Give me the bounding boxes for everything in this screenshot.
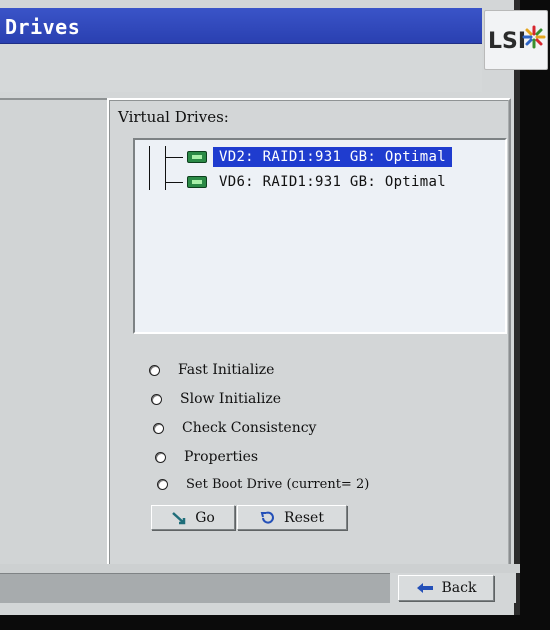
back-button[interactable]: Back xyxy=(398,575,494,601)
go-arrow-icon xyxy=(171,511,187,525)
starburst-icon xyxy=(522,25,546,49)
window-title: Drives xyxy=(5,15,81,39)
option-label: Fast Initialize xyxy=(178,362,275,378)
lsi-logo: LSI xyxy=(484,10,548,70)
radio-button[interactable] xyxy=(149,364,160,376)
drive-icon xyxy=(187,150,207,164)
option-check-consistency[interactable]: Check Consistency xyxy=(153,420,316,436)
option-label: Slow Initialize xyxy=(180,391,282,407)
virtual-drive-label: VD2: RAID1:931 GB: Optimal xyxy=(213,147,452,167)
virtual-drives-list[interactable]: VD2: RAID1:931 GB: Optimal VD6: RAID1:93… xyxy=(133,138,507,334)
option-properties[interactable]: Properties xyxy=(155,449,258,465)
option-label: Properties xyxy=(184,449,259,465)
option-label: Set Boot Drive (current= 2) xyxy=(186,477,370,492)
tree-line xyxy=(165,146,166,190)
tree-line xyxy=(165,182,183,183)
radio-button[interactable] xyxy=(155,451,166,463)
go-button[interactable]: Go xyxy=(151,505,235,530)
header-spacer xyxy=(0,44,482,92)
bottom-strip xyxy=(0,564,520,573)
raid-config-screen: Drives LSI Virtual Drives: VD2: RAID1:93… xyxy=(0,0,548,615)
option-label: Check Consistency xyxy=(182,420,317,436)
go-label: Go xyxy=(195,509,215,526)
title-bar: Drives xyxy=(0,8,482,44)
tree-line xyxy=(149,146,150,190)
bottom-status-bar xyxy=(0,573,390,603)
drive-icon xyxy=(187,175,207,189)
virtual-drive-item[interactable]: VD6: RAID1:931 GB: Optimal xyxy=(187,171,452,193)
virtual-drive-label: VD6: RAID1:931 GB: Optimal xyxy=(219,174,446,190)
radio-button[interactable] xyxy=(153,422,164,434)
virtual-drive-item[interactable]: VD2: RAID1:931 GB: Optimal xyxy=(187,146,452,168)
option-set-boot-drive[interactable]: Set Boot Drive (current= 2) xyxy=(157,477,369,492)
reset-label: Reset xyxy=(284,509,324,526)
logo-text: LSI xyxy=(488,29,527,54)
option-slow-initialize[interactable]: Slow Initialize xyxy=(151,391,281,407)
virtual-drives-label: Virtual Drives: xyxy=(118,108,229,126)
radio-button[interactable] xyxy=(157,479,168,490)
option-fast-initialize[interactable]: Fast Initialize xyxy=(149,362,274,378)
tree-line xyxy=(165,157,183,158)
virtual-drives-group: Virtual Drives: VD2: RAID1:931 GB: Optim… xyxy=(107,98,511,568)
back-arrow-icon xyxy=(416,582,434,594)
reset-icon xyxy=(260,511,276,525)
radio-button[interactable] xyxy=(151,393,162,405)
reset-button[interactable]: Reset xyxy=(237,505,347,530)
back-label: Back xyxy=(441,580,477,596)
